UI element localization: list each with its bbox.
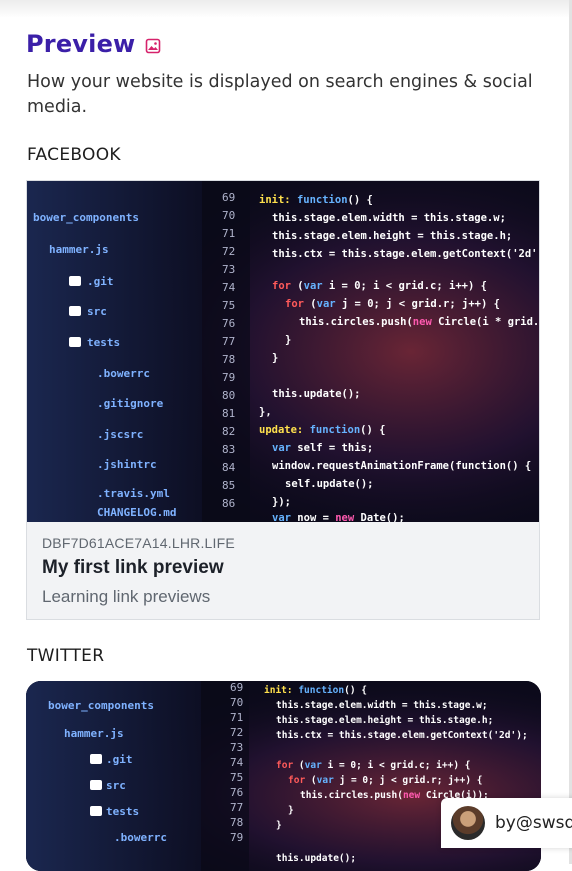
- svg-text:.jscsrc: .jscsrc: [97, 428, 143, 441]
- svg-text:.git: .git: [87, 275, 114, 288]
- svg-text:this.circles.push(new Circle(i: this.circles.push(new Circle(i * grid.di…: [299, 316, 539, 328]
- svg-text:.travis.yml: .travis.yml: [97, 487, 170, 500]
- svg-text:this.stage.elem.width = this.s: this.stage.elem.width = this.stage.w;: [276, 700, 488, 711]
- twitter-section-label: TWITTER: [27, 646, 105, 666]
- svg-text:});: });: [272, 496, 291, 508]
- svg-text:bower_components: bower_components: [48, 699, 154, 712]
- svg-text:70: 70: [222, 209, 235, 222]
- svg-text:75: 75: [230, 771, 243, 784]
- svg-text:this.update();: this.update();: [272, 388, 361, 400]
- svg-text:window.requestAnimationFrame(f: window.requestAnimationFrame(function() …: [272, 460, 531, 472]
- svg-text:var now = new Date();: var now = new Date();: [272, 512, 405, 522]
- svg-text:hammer.js: hammer.js: [49, 243, 109, 256]
- svg-text:.bowerrc: .bowerrc: [114, 831, 167, 844]
- svg-text:78: 78: [230, 816, 243, 829]
- svg-text:this.stage.elem.height = this.: this.stage.elem.height = this.stage.h;: [272, 230, 512, 242]
- svg-text:},: },: [259, 406, 272, 418]
- svg-text:76: 76: [230, 786, 243, 799]
- facebook-section-label: FACEBOOK: [27, 145, 121, 165]
- svg-text:76: 76: [222, 317, 235, 330]
- svg-text:.bowerrc: .bowerrc: [97, 367, 150, 380]
- svg-text:hammer.js: hammer.js: [64, 727, 124, 740]
- svg-text:for (var i = 0; i < grid.c; i+: for (var i = 0; i < grid.c; i++) {: [276, 760, 471, 771]
- svg-text:79: 79: [230, 831, 243, 844]
- svg-text:70: 70: [230, 696, 243, 709]
- link-title[interactable]: My first link preview: [42, 557, 224, 579]
- svg-text:tests: tests: [87, 336, 120, 349]
- svg-text:}: }: [288, 805, 294, 816]
- avatar: [451, 806, 485, 840]
- svg-text:84: 84: [222, 461, 236, 474]
- author-handle: by@swsd: [495, 813, 572, 833]
- svg-text:init: function() {: init: function() {: [259, 194, 373, 206]
- svg-text:69: 69: [230, 681, 243, 694]
- svg-text:}: }: [285, 334, 291, 346]
- svg-text:for (var i = 0; i < grid.c; i+: for (var i = 0; i < grid.c; i++) {: [272, 280, 487, 292]
- svg-text:for (var j = 0; j < grid.r; j+: for (var j = 0; j < grid.r; j++) {: [288, 775, 483, 786]
- svg-text:77: 77: [230, 801, 243, 814]
- link-domain: DBF7D61ACE7A14.LHR.LIFE: [42, 535, 235, 551]
- svg-text:this.ctx = this.stage.elem.get: this.ctx = this.stage.elem.getContext('2…: [272, 248, 539, 260]
- page-title: Preview: [26, 30, 136, 58]
- svg-text:72: 72: [222, 245, 235, 258]
- svg-text:this.stage.elem.height = this.: this.stage.elem.height = this.stage.h;: [276, 715, 493, 726]
- svg-text:this.update();: this.update();: [276, 853, 356, 864]
- preview-description: How your website is displayed on search …: [27, 72, 533, 117]
- svg-text:self.update();: self.update();: [285, 478, 374, 490]
- svg-text:71: 71: [230, 711, 243, 724]
- svg-text:86: 86: [222, 497, 235, 510]
- svg-text:src: src: [87, 305, 107, 318]
- svg-text:72: 72: [230, 726, 243, 739]
- preview-heading: Preview: [26, 30, 161, 58]
- svg-text:77: 77: [222, 335, 235, 348]
- svg-text:CHANGELOG.md: CHANGELOG.md: [97, 506, 176, 519]
- svg-text:78: 78: [222, 353, 235, 366]
- image-icon: [145, 38, 161, 54]
- top-shadow: [0, 0, 572, 18]
- facebook-preview-image: bower_components hammer.js .git src test…: [27, 181, 539, 522]
- svg-text:83: 83: [222, 443, 235, 456]
- svg-text:81: 81: [222, 407, 235, 420]
- svg-text:.git: .git: [106, 753, 133, 766]
- svg-text:82: 82: [222, 425, 235, 438]
- svg-text:85: 85: [222, 479, 235, 492]
- svg-text:this.stage.elem.width = this.s: this.stage.elem.width = this.stage.w;: [272, 212, 506, 224]
- svg-text:71: 71: [222, 227, 235, 240]
- svg-text:}: }: [276, 820, 282, 831]
- svg-text:.gitignore: .gitignore: [97, 397, 164, 410]
- svg-text:init: function() {: init: function() {: [264, 685, 367, 696]
- svg-text:var self = this;: var self = this;: [272, 442, 373, 454]
- svg-text:.jshintrc: .jshintrc: [97, 458, 157, 471]
- svg-text:80: 80: [222, 389, 235, 402]
- svg-text:79: 79: [222, 371, 235, 384]
- facebook-preview-card[interactable]: bower_components hammer.js .git src test…: [26, 180, 540, 620]
- author-badge[interactable]: by@swsd: [441, 798, 572, 848]
- svg-text:src: src: [106, 779, 126, 792]
- svg-text:73: 73: [230, 741, 243, 754]
- svg-text:74: 74: [230, 756, 244, 769]
- svg-text:}: }: [272, 352, 278, 364]
- svg-text:bower_components: bower_components: [33, 211, 139, 224]
- svg-text:tests: tests: [106, 805, 139, 818]
- svg-text:75: 75: [222, 299, 235, 312]
- link-description: Learning link previews: [42, 587, 211, 606]
- svg-text:this.ctx = this.stage.elem.get: this.ctx = this.stage.elem.getContext('2…: [276, 730, 528, 741]
- svg-text:74: 74: [222, 281, 236, 294]
- svg-text:69: 69: [222, 191, 235, 204]
- svg-text:73: 73: [222, 263, 235, 276]
- svg-text:update: function() {: update: function() {: [259, 424, 385, 436]
- svg-text:for (var j = 0; j < grid.r; j+: for (var j = 0; j < grid.r; j++) {: [285, 298, 500, 310]
